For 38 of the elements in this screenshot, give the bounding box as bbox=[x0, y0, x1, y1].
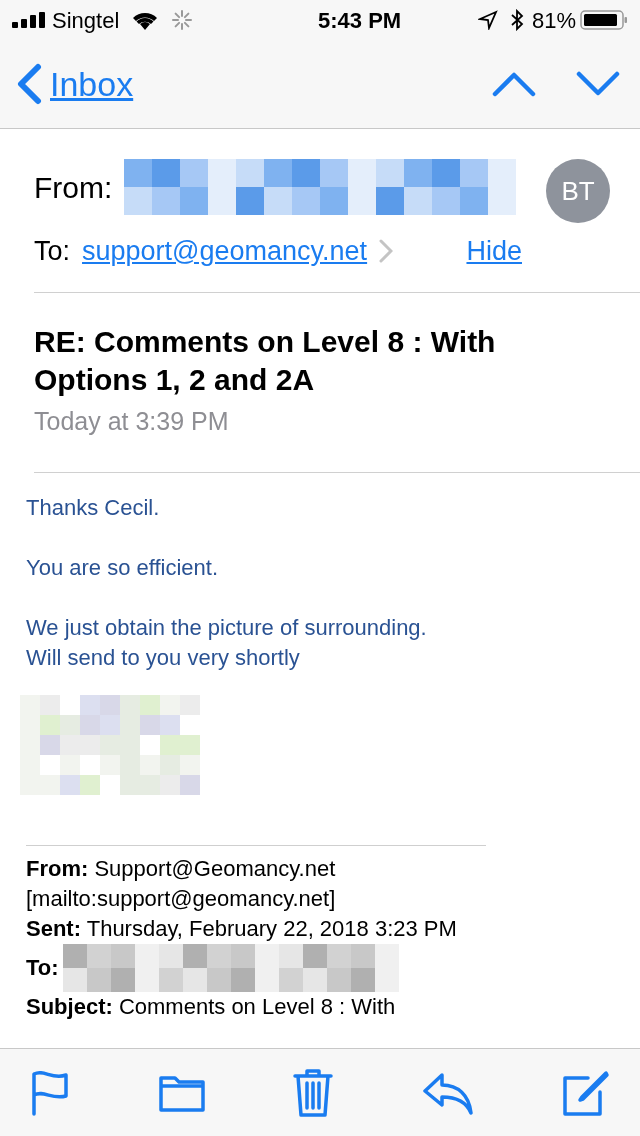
chevron-down-icon bbox=[576, 71, 620, 97]
reply-icon bbox=[421, 1070, 474, 1115]
battery-icon bbox=[580, 9, 628, 31]
location-icon bbox=[477, 10, 498, 30]
hide-link[interactable]: Hide bbox=[466, 231, 522, 272]
signal-icon bbox=[12, 12, 48, 28]
quoted-sent: Sent: Thursday, February 22, 2018 3:23 PM bbox=[26, 915, 458, 943]
quoted-from: From: Support@Geomancy.net [mailto:support@geomancy.net] bbox=[26, 855, 337, 913]
compose-icon bbox=[562, 1069, 610, 1116]
message-paragraph: We just obtain the picture of surrounding. Will send to you very shortly bbox=[26, 614, 428, 672]
chevron-left-icon bbox=[16, 63, 42, 105]
trash-icon bbox=[293, 1067, 333, 1118]
flag-button[interactable] bbox=[30, 1069, 70, 1116]
to-label: To: bbox=[34, 235, 71, 268]
message-paragraph: Thanks Cecil. bbox=[26, 494, 161, 522]
battery-percent: 81% bbox=[531, 6, 576, 35]
subject-title: RE: Comments on Level 8 : With Options 1, 2 and 2A bbox=[34, 323, 497, 398]
quoted-to-label: To: bbox=[26, 954, 59, 982]
avatar: BT bbox=[546, 159, 610, 223]
message-date: Today at 3:39 PM bbox=[34, 405, 230, 437]
chevron-up-icon bbox=[492, 71, 536, 97]
folder-icon bbox=[158, 1073, 205, 1112]
quoted-subject: Subject: Comments on Level 8 : With bbox=[26, 993, 397, 1021]
flag-icon bbox=[30, 1069, 70, 1116]
compose-button[interactable] bbox=[562, 1069, 610, 1116]
carrier-name: Singtel bbox=[52, 6, 120, 35]
recipient-link[interactable]: support@geomancy.net bbox=[82, 231, 368, 272]
delete-button[interactable] bbox=[293, 1067, 333, 1118]
chevron-right-icon bbox=[379, 239, 394, 264]
message-paragraph: You are so efficient. bbox=[26, 554, 220, 582]
move-button[interactable] bbox=[158, 1073, 205, 1112]
wifi-icon bbox=[131, 10, 160, 30]
reply-button[interactable] bbox=[421, 1070, 474, 1115]
bluetooth-icon bbox=[509, 9, 524, 31]
from-label: From: bbox=[34, 169, 113, 206]
spinner-icon bbox=[171, 9, 194, 31]
back-button[interactable]: Inbox bbox=[16, 58, 134, 110]
clock-time: 5:43 PM bbox=[317, 6, 402, 35]
